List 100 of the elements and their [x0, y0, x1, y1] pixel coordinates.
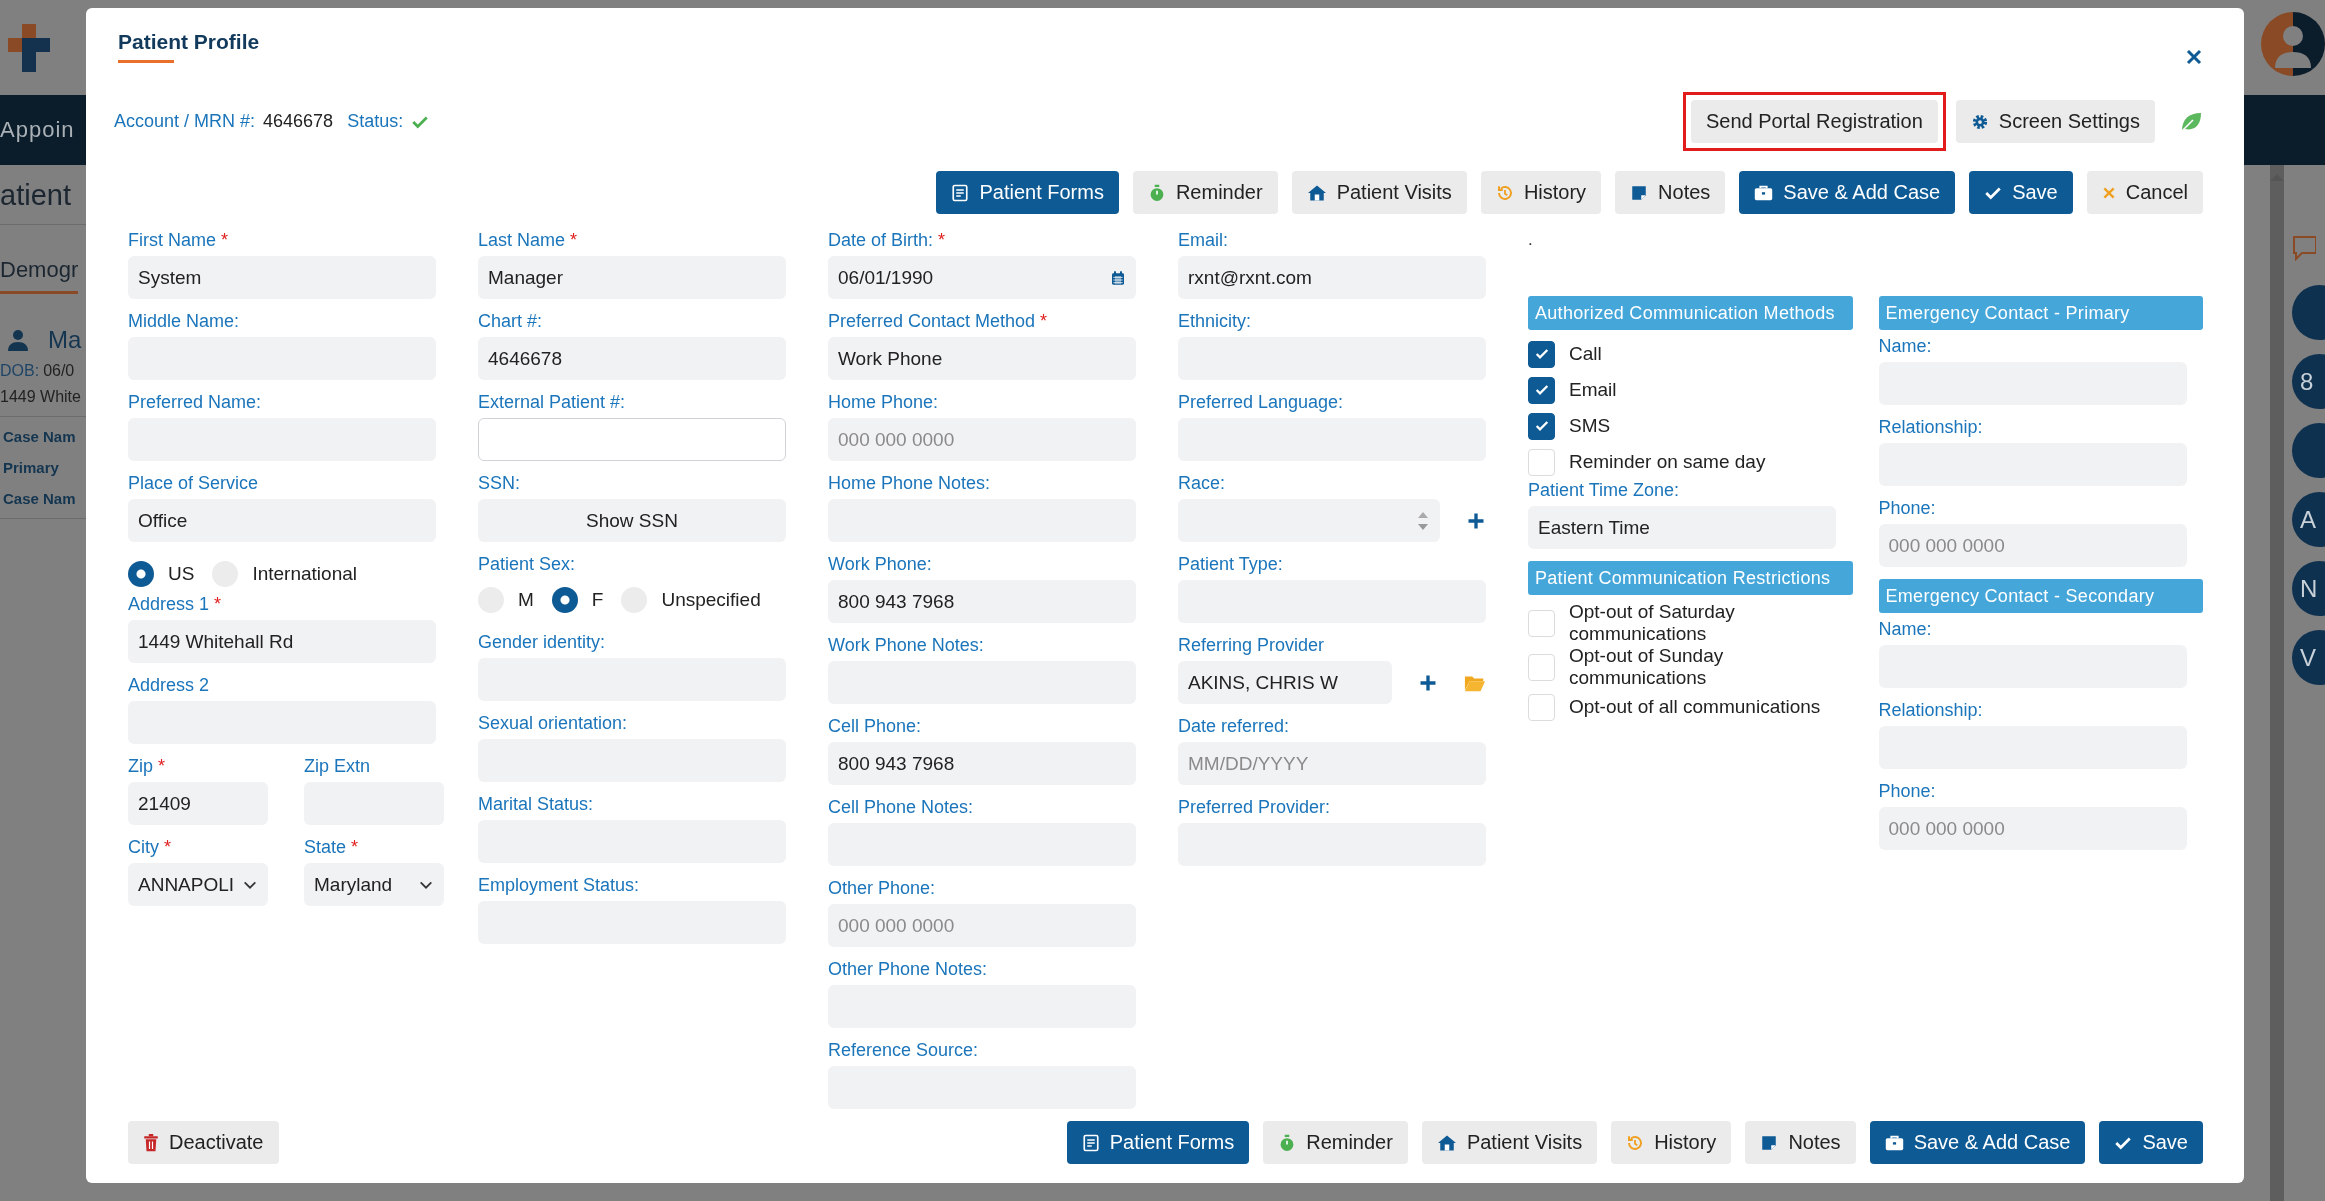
field-label: Home Phone: — [828, 392, 939, 413]
required-mark: * — [221, 230, 229, 251]
scrollbar[interactable] — [2270, 165, 2284, 1201]
chat-icon[interactable] — [2292, 235, 2316, 261]
field-label: Preferred Contact Method — [828, 311, 1036, 332]
avatar-badge[interactable]: N — [2292, 561, 2325, 616]
forms-button[interactable]: Patient Forms — [1066, 1121, 1250, 1164]
field-label: Address 1 — [128, 594, 210, 615]
avatar-icon[interactable] — [2261, 12, 2325, 76]
text-field[interactable]: Manager — [478, 256, 786, 299]
calendar-icon — [1110, 269, 1126, 286]
field-label: Other Phone: — [828, 878, 936, 899]
text-field[interactable]: Eastern Time — [1528, 506, 1836, 549]
required-mark: * — [158, 756, 166, 777]
checkbox-label: Email — [1569, 379, 1617, 401]
note-icon — [1760, 1133, 1779, 1152]
briefcase-icon — [1884, 1133, 1904, 1152]
notes-button[interactable]: Notes — [1745, 1121, 1856, 1164]
field-label: Ethnicity: — [1178, 311, 1252, 332]
field-label: Name: — [1878, 619, 1932, 640]
history-button[interactable]: History — [1480, 171, 1602, 214]
checkbox-label: Opt-out of Sunday communications — [1569, 645, 1725, 689]
avatar-badge[interactable]: V — [2292, 630, 2325, 685]
reminder-button[interactable]: Reminder — [1132, 171, 1278, 214]
house-icon — [1436, 1133, 1457, 1152]
trash-icon — [143, 1133, 159, 1152]
address-text: 1449 White — [0, 388, 81, 406]
field-label: Date of Birth: — [828, 230, 934, 251]
field-label: Preferred Language: — [1178, 392, 1344, 413]
forms-button[interactable]: Patient Forms — [936, 171, 1119, 214]
text-field[interactable]: 06/01/1990 — [828, 256, 1136, 299]
history-button[interactable]: History — [1611, 1121, 1732, 1164]
field-label: Patient Type: — [1178, 554, 1283, 575]
note-icon — [1630, 183, 1649, 202]
show-ssn-button[interactable]: Show SSN — [478, 499, 786, 542]
text-field[interactable]: Office — [128, 499, 436, 542]
patient-name: Ma — [48, 326, 82, 354]
field-label: Employment Status: — [478, 875, 640, 896]
radio-button[interactable] — [128, 561, 154, 587]
text-field[interactable]: 4646678 — [478, 337, 786, 380]
reminder-button[interactable]: Reminder — [1263, 1121, 1408, 1164]
field-label: City — [128, 837, 159, 858]
dialog-title: Patient Profile — [118, 30, 260, 55]
field-label: Phone: — [1878, 781, 1936, 802]
field-label: Relationship: — [1878, 700, 1983, 721]
field-label: Date referred: — [1178, 716, 1290, 737]
cancel-button[interactable]: Cancel — [2086, 171, 2203, 214]
text-field[interactable]: 1449 Whitehall Rd — [128, 620, 436, 663]
select-field[interactable] — [1178, 499, 1440, 542]
checkbox[interactable] — [1528, 412, 1555, 440]
field-label: Middle Name: — [128, 311, 240, 332]
scroll-up-arrow-icon[interactable] — [2270, 173, 2284, 181]
checkbox[interactable] — [1528, 376, 1555, 404]
tab[interactable]: Demogr — [0, 257, 79, 294]
section-header: Emergency Contact - Primary — [1878, 296, 2203, 330]
close-icon — [2101, 185, 2116, 200]
case-row-text: Case Nam — [2, 489, 77, 509]
checkbox-label: Opt-out of all communications — [1569, 696, 1821, 718]
field-label: Name: — [1878, 336, 1932, 357]
text-field[interactable]: 800 943 7968 — [828, 742, 1136, 785]
note-text: . — [1528, 230, 1533, 249]
briefcase-icon — [1754, 183, 1774, 202]
text-field[interactable]: Work Phone — [828, 337, 1136, 380]
field-label: Gender identity: — [478, 632, 606, 653]
deactivate-button[interactable]: Deactivate — [128, 1121, 279, 1164]
save-button[interactable]: Save — [1969, 171, 2073, 214]
case-row-text: Primary — [2, 458, 60, 478]
field-label: Home Phone Notes: — [828, 473, 991, 494]
text-field[interactable]: 21409 — [128, 782, 268, 825]
field-label: SSN: — [478, 473, 520, 494]
settings-button[interactable]: Screen Settings — [1955, 100, 2155, 143]
visits-button[interactable]: Patient Visits — [1421, 1121, 1598, 1164]
select-field[interactable]: ANNAPOLI — [128, 863, 268, 906]
form-icon — [1081, 1133, 1100, 1152]
avatar-badge[interactable]: 8 — [2292, 354, 2325, 409]
dob-value: 06/0 — [43, 362, 75, 380]
field-label: Address 2 — [128, 675, 210, 696]
required-mark: * — [1040, 311, 1048, 332]
field-label: Zip Extn — [304, 756, 371, 777]
visits-button[interactable]: Patient Visits — [1291, 171, 1467, 214]
field-label: Referring Provider — [1178, 635, 1325, 656]
select-field[interactable]: Maryland — [304, 863, 444, 906]
field-label: External Patient #: — [478, 392, 626, 413]
text-field[interactable]: AKINS, CHRIS W — [1178, 661, 1392, 704]
portal-button[interactable]: Send Portal Registration — [1691, 100, 1938, 143]
radio-button[interactable] — [551, 587, 578, 613]
section-header: Authorized Communication Methods — [1528, 296, 1853, 330]
text-field[interactable]: System — [128, 256, 436, 299]
text-field[interactable]: rxnt@rxnt.com — [1178, 256, 1486, 299]
save-button[interactable]: Save — [2099, 1121, 2203, 1164]
field-label: Chart #: — [478, 311, 543, 332]
text-field[interactable]: 800 943 7968 — [828, 580, 1136, 623]
avatar-badge[interactable]: A — [2292, 492, 2325, 547]
field-label: Preferred Name: — [128, 392, 262, 413]
field-label: Cell Phone Notes: — [828, 797, 974, 818]
notes-button[interactable]: Notes — [1615, 171, 1726, 214]
dob-label: DOB: — [0, 362, 40, 380]
radio-label: F — [591, 589, 604, 611]
text-field[interactable] — [478, 418, 786, 461]
checkbox[interactable] — [1528, 340, 1555, 368]
